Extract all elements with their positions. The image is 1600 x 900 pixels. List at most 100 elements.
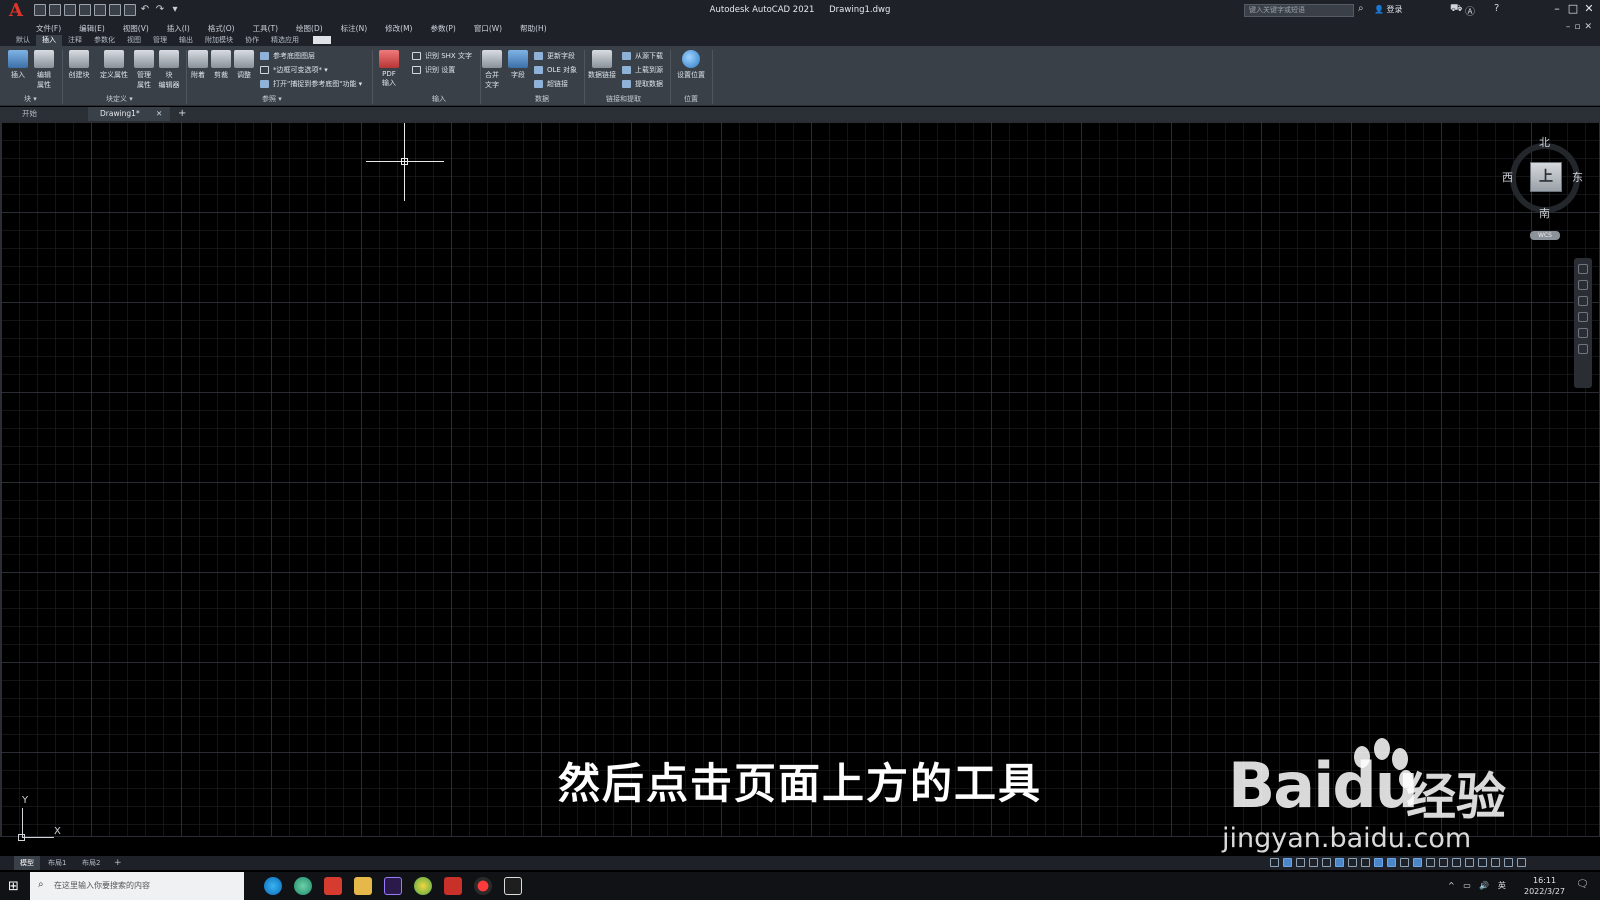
clip-button[interactable]: 剪裁: [209, 50, 233, 80]
panel-title-block-definition[interactable]: 块定义 ▾: [106, 94, 133, 104]
snap-to-underlay-dropdown[interactable]: 打开"捕捉到参考底图"功能 ▾: [260, 79, 362, 89]
tab-insert[interactable]: 插入: [36, 35, 62, 46]
insert-block-button[interactable]: 插入: [6, 50, 30, 80]
maximize-icon[interactable]: □: [1566, 2, 1580, 16]
ortho-mode-icon[interactable]: [1335, 858, 1344, 867]
clean-screen-icon[interactable]: [1504, 858, 1513, 867]
tab-layout1[interactable]: 布局1: [42, 856, 72, 870]
panel-title-block[interactable]: 块 ▾: [24, 94, 37, 104]
pan-icon[interactable]: [1578, 280, 1588, 290]
update-fields-button[interactable]: 更新字段: [534, 51, 575, 61]
ole-object-button[interactable]: OLE 对象: [534, 65, 577, 75]
model-space-icon[interactable]: [1270, 858, 1279, 867]
zoom-extents-icon[interactable]: [1578, 296, 1588, 306]
edge-dev-icon[interactable]: [294, 877, 312, 895]
file-explorer-icon[interactable]: [354, 877, 372, 895]
menu-window[interactable]: 窗口(W): [474, 22, 502, 35]
units-icon[interactable]: [1478, 858, 1487, 867]
edit-attribute-button[interactable]: 编辑 属性: [32, 50, 56, 90]
edge-browser-icon[interactable]: [264, 877, 282, 895]
recognize-shx-text-button[interactable]: 识别 SHX 文字: [412, 51, 472, 61]
pdf-import-button[interactable]: PDF 输入: [376, 50, 402, 88]
annotation-visibility-icon[interactable]: [1413, 858, 1422, 867]
taskbar-search-input[interactable]: 在这里输入你要搜索的内容: [30, 872, 244, 900]
menu-format[interactable]: 格式(O): [208, 22, 235, 35]
create-block-button[interactable]: 创建块: [66, 50, 92, 80]
compass-north[interactable]: 北: [1539, 134, 1550, 150]
document-window-controls[interactable]: –▫✕: [1566, 22, 1596, 32]
annotation-scale-icon[interactable]: [1439, 858, 1448, 867]
isodraft-icon[interactable]: [1361, 858, 1370, 867]
search-icon[interactable]: ⌕: [1358, 3, 1364, 14]
tab-home[interactable]: 默认: [10, 35, 36, 46]
tab-model[interactable]: 模型: [14, 856, 40, 870]
field-button[interactable]: 字段: [506, 50, 530, 80]
sign-in-button[interactable]: 👤 登录: [1374, 4, 1403, 15]
adjust-button[interactable]: 调整: [232, 50, 256, 80]
menu-tools[interactable]: 工具(T): [253, 22, 278, 35]
tab-layout2[interactable]: 布局2: [76, 856, 106, 870]
panel-title-reference[interactable]: 参照 ▾: [262, 94, 282, 104]
tab-parametric[interactable]: 参数化: [88, 35, 121, 46]
annotation-monitor-icon[interactable]: [1465, 858, 1474, 867]
extract-data-button[interactable]: 提取数据: [622, 79, 663, 89]
infer-constraints-icon[interactable]: [1309, 858, 1318, 867]
new-tab-icon[interactable]: +: [178, 107, 186, 121]
search-input[interactable]: 键入关键字或短语: [1244, 4, 1354, 17]
notification-center-icon[interactable]: 🗨: [1576, 879, 1589, 890]
wps-office-icon[interactable]: [324, 877, 342, 895]
set-location-button[interactable]: 设置位置: [674, 50, 708, 80]
lineweight-icon[interactable]: [1400, 858, 1409, 867]
tab-collaborate[interactable]: 协作: [239, 35, 265, 46]
menu-modify[interactable]: 修改(M): [385, 22, 412, 35]
ime-indicator[interactable]: 英: [1498, 881, 1509, 890]
manage-attribute-button[interactable]: 管理 属性: [132, 50, 156, 90]
autocad-taskbar-icon[interactable]: [444, 877, 462, 895]
compass-west[interactable]: 西: [1502, 169, 1513, 185]
orbit-icon[interactable]: [1578, 312, 1588, 322]
screen-recorder-icon[interactable]: [474, 877, 492, 895]
showmotion-icon[interactable]: [1578, 328, 1588, 338]
system-tray[interactable]: ^ ▭ 🔊 英: [1448, 880, 1509, 891]
close-tab-icon[interactable]: ✕: [156, 107, 162, 121]
define-attribute-button[interactable]: 定义属性: [98, 50, 130, 80]
tab-output[interactable]: 输出: [173, 35, 199, 46]
polar-tracking-icon[interactable]: [1348, 858, 1357, 867]
close-icon[interactable]: ✕: [1582, 2, 1596, 16]
recognition-settings-button[interactable]: 识别 设置: [412, 65, 455, 75]
menu-dimension[interactable]: 标注(N): [341, 22, 367, 35]
dynamic-input-icon[interactable]: [1322, 858, 1331, 867]
upload-to-source-button[interactable]: 上载到源: [622, 65, 663, 75]
tab-view[interactable]: 视图: [121, 35, 147, 46]
hyperlink-button[interactable]: 超链接: [534, 79, 568, 89]
attach-button[interactable]: 附着: [186, 50, 210, 80]
tab-addins[interactable]: 附加模块: [199, 35, 239, 46]
windows-start-icon[interactable]: ⊞: [8, 879, 19, 894]
isolate-objects-icon[interactable]: [1491, 858, 1500, 867]
tab-start[interactable]: 开始: [6, 107, 86, 121]
tab-annotate[interactable]: 注释: [62, 35, 88, 46]
chrome-icon[interactable]: [414, 877, 432, 895]
menu-draw[interactable]: 绘图(D): [296, 22, 323, 35]
tab-manage[interactable]: 管理: [147, 35, 173, 46]
object-snap-tracking-icon[interactable]: [1374, 858, 1383, 867]
snap-mode-icon[interactable]: [1296, 858, 1305, 867]
menu-help[interactable]: 帮助(H): [520, 22, 547, 35]
menu-edit[interactable]: 编辑(E): [79, 22, 105, 35]
steering-wheel-icon[interactable]: [1578, 264, 1588, 274]
customization-icon[interactable]: [1517, 858, 1526, 867]
object-snap-icon[interactable]: [1387, 858, 1396, 867]
frames-dropdown[interactable]: *边框可变选项* ▾: [260, 65, 328, 75]
premiere-pro-icon[interactable]: [384, 877, 402, 895]
compass-east[interactable]: 东: [1572, 169, 1583, 185]
menu-parametric[interactable]: 参数(P): [430, 22, 455, 35]
compass-south[interactable]: 南: [1539, 205, 1550, 221]
merge-text-button[interactable]: 合并 文字: [480, 50, 504, 90]
cart-icon[interactable]: ⛟: [1450, 3, 1463, 16]
workspace-gear-icon[interactable]: [1452, 858, 1461, 867]
grid-icon[interactable]: [1283, 858, 1292, 867]
menu-view[interactable]: 视图(V): [123, 22, 149, 35]
a360-icon[interactable]: Ⓐ: [1465, 3, 1475, 18]
download-from-source-button[interactable]: 从源下载: [622, 51, 663, 61]
auto-scale-icon[interactable]: [1426, 858, 1435, 867]
